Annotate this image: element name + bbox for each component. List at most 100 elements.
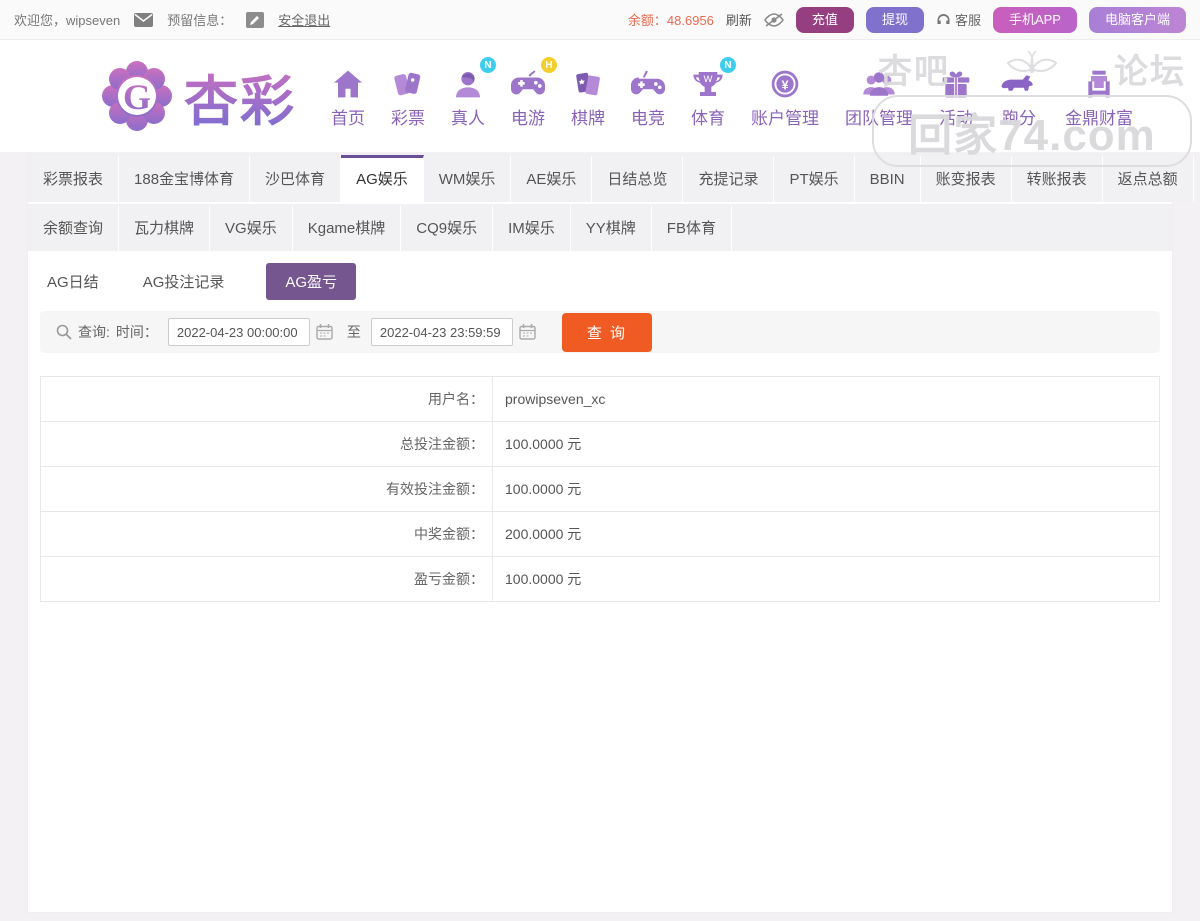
tab-fb-sports[interactable]: FB体育 bbox=[651, 204, 732, 251]
lotus-emblem-icon: G bbox=[102, 61, 172, 131]
ag-subtabs: AG日结 AG投注记录 AG盈亏 bbox=[28, 253, 1172, 309]
tab-deposit-withdraw-records[interactable]: 充提记录 bbox=[683, 155, 775, 202]
tab-wm-casino[interactable]: WM娱乐 bbox=[423, 155, 512, 202]
search-icon bbox=[56, 324, 72, 340]
gift-icon bbox=[940, 63, 972, 99]
nav-label: 跑分 bbox=[1002, 109, 1036, 128]
table-row: 中奖金额： 200.0000 元 bbox=[40, 511, 1160, 557]
nav-item-home[interactable]: 首页 bbox=[331, 63, 365, 129]
nav-label: 真人 bbox=[451, 109, 485, 128]
subtab-ag-profit-loss[interactable]: AG盈亏 bbox=[266, 262, 357, 300]
hide-balance-eye-off-icon[interactable] bbox=[764, 12, 784, 27]
report-tabs-row1: 彩票报表 188金宝博体育 沙巴体育 AG娱乐 WM娱乐 AE娱乐 日结总览 充… bbox=[28, 155, 1194, 202]
tab-lottery-report[interactable]: 彩票报表 bbox=[28, 155, 120, 202]
mobile-app-button[interactable]: 手机APP bbox=[992, 6, 1077, 33]
nav-label: 首页 bbox=[331, 109, 365, 128]
tab-balance-query[interactable]: 余额查询 bbox=[28, 204, 120, 251]
recharge-button[interactable]: 充值 bbox=[795, 6, 854, 33]
tab-yy-cards[interactable]: YY棋牌 bbox=[570, 204, 652, 251]
refresh-button[interactable]: 刷新 bbox=[726, 10, 752, 29]
nav-label: 账户管理 bbox=[751, 109, 819, 128]
time-label: 时间： bbox=[115, 324, 158, 340]
tab-188-sports[interactable]: 188金宝博体育 bbox=[119, 155, 251, 202]
nav-item-paofen[interactable]: 跑分 bbox=[999, 63, 1039, 129]
nav-item-cards[interactable]: 棋牌 bbox=[571, 63, 605, 129]
tab-ae-casino[interactable]: AE娱乐 bbox=[511, 155, 593, 202]
nav-item-live[interactable]: N 真人 bbox=[451, 57, 496, 129]
balance-text: 余额：48.6956 bbox=[628, 10, 714, 29]
safe-logout-link[interactable]: 安全退出 bbox=[278, 10, 330, 29]
tab-cq9-casino[interactable]: CQ9娱乐 bbox=[401, 204, 494, 251]
tab-vg-casino[interactable]: VG娱乐 bbox=[210, 204, 293, 251]
search-submit-button[interactable]: 查 询 bbox=[561, 312, 653, 352]
nav-label: 棋牌 bbox=[571, 109, 605, 128]
tab-transfer-report[interactable]: 转账报表 bbox=[1011, 155, 1103, 202]
tab-saba-sports[interactable]: 沙巴体育 bbox=[250, 155, 342, 202]
row-value-valid-bet: 100.0000 元 bbox=[492, 466, 1160, 512]
tab-wali-cards[interactable]: 瓦力棋牌 bbox=[119, 204, 211, 251]
nav-item-jinding[interactable]: 金鼎财富 bbox=[1065, 63, 1133, 129]
nav-item-lottery[interactable]: 彩票 bbox=[391, 63, 425, 129]
site-header: G 杏彩 首页 彩票 N 真人 H 电游 棋牌 电竞 W N 体育 ¥ 账户管理… bbox=[0, 40, 1200, 152]
nav-item-slots[interactable]: H 电游 bbox=[511, 57, 557, 129]
topbar: 欢迎您，wipseven 预留信息： 安全退出 余额：48.6956 刷新 充值… bbox=[0, 0, 1200, 40]
subtab-ag-daily[interactable]: AG日结 bbox=[45, 263, 101, 300]
report-tabs-row2: 余额查询 瓦力棋牌 VG娱乐 Kgame棋牌 CQ9娱乐 IM娱乐 YY棋牌 F… bbox=[28, 204, 1172, 251]
welcome-text: 欢迎您，wipseven bbox=[14, 13, 121, 28]
profit-loss-table: 用户名： prowipseven_xc 总投注金额： 100.0000 元 有效… bbox=[40, 376, 1160, 602]
nav-item-esports[interactable]: 电竞 bbox=[631, 63, 665, 129]
row-value-profit-loss: 100.0000 元 bbox=[492, 556, 1160, 602]
new-badge: N bbox=[480, 57, 496, 73]
table-row: 有效投注金额： 100.0000 元 bbox=[40, 466, 1160, 512]
tab-rebate-total[interactable]: 返点总额 bbox=[1102, 155, 1194, 202]
customer-service-button[interactable]: 客服 bbox=[936, 10, 981, 29]
tab-ag-casino[interactable]: AG娱乐 bbox=[341, 155, 424, 202]
row-label-total-bet: 总投注金额： bbox=[40, 421, 493, 467]
team-people-icon bbox=[862, 63, 896, 99]
subtab-ag-bet-records[interactable]: AG投注记录 bbox=[141, 263, 227, 300]
rhino-run-icon bbox=[999, 63, 1039, 99]
nav-item-sports[interactable]: W N 体育 bbox=[691, 57, 736, 129]
nav-label: 体育 bbox=[691, 109, 725, 128]
tabs-filler bbox=[731, 204, 1172, 251]
nav-label: 电游 bbox=[511, 109, 545, 128]
to-label: 至 bbox=[346, 324, 361, 340]
tab-daily-summary[interactable]: 日结总览 bbox=[592, 155, 684, 202]
tab-im-casino[interactable]: IM娱乐 bbox=[493, 204, 571, 251]
lottery-tickets-icon bbox=[392, 63, 424, 99]
edit-pencil-icon[interactable] bbox=[246, 11, 265, 28]
message-envelope-icon[interactable] bbox=[134, 12, 154, 27]
date-to-input[interactable] bbox=[370, 318, 513, 346]
nav-label: 活动 bbox=[939, 109, 973, 128]
row-label-profit-loss: 盈亏金额： bbox=[40, 556, 493, 602]
date-from-input[interactable] bbox=[167, 318, 310, 346]
calendar-icon[interactable] bbox=[316, 324, 333, 340]
withdraw-button[interactable]: 提现 bbox=[865, 6, 924, 33]
svg-text:W: W bbox=[704, 74, 713, 84]
reserved-info-label: 预留信息： bbox=[167, 13, 233, 28]
query-bar: 查询: 时间： 至 查 询 bbox=[40, 311, 1160, 353]
tab-account-change-report[interactable]: 账变报表 bbox=[920, 155, 1012, 202]
hot-badge: H bbox=[541, 57, 557, 73]
pc-client-button[interactable]: 电脑客户端 bbox=[1088, 6, 1186, 33]
throne-icon bbox=[1083, 63, 1115, 99]
nav-label: 彩票 bbox=[391, 109, 425, 128]
nav-item-team[interactable]: 团队管理 bbox=[845, 63, 913, 129]
tab-kgame-cards[interactable]: Kgame棋牌 bbox=[292, 204, 402, 251]
main-nav: 首页 彩票 N 真人 H 电游 棋牌 电竞 W N 体育 ¥ 账户管理 团队管理… bbox=[318, 57, 1146, 129]
nav-item-promotions[interactable]: 活动 bbox=[939, 63, 973, 129]
new-badge: N bbox=[720, 57, 736, 73]
row-label-winnings: 中奖金额： bbox=[40, 511, 493, 557]
nav-item-account[interactable]: ¥ 账户管理 bbox=[751, 63, 819, 129]
nav-label: 团队管理 bbox=[845, 109, 913, 128]
tab-pt-casino[interactable]: PT娱乐 bbox=[774, 155, 855, 202]
row-label-username: 用户名： bbox=[40, 376, 493, 422]
nav-label: 电竞 bbox=[631, 109, 665, 128]
brand-logo[interactable]: G 杏彩 bbox=[100, 57, 296, 136]
table-row: 总投注金额： 100.0000 元 bbox=[40, 421, 1160, 467]
calendar-icon[interactable] bbox=[519, 324, 536, 340]
tab-bbin[interactable]: BBIN bbox=[854, 155, 921, 202]
customer-service-label: 客服 bbox=[954, 13, 981, 28]
home-icon bbox=[332, 63, 364, 99]
account-coin-icon: ¥ bbox=[769, 63, 801, 99]
